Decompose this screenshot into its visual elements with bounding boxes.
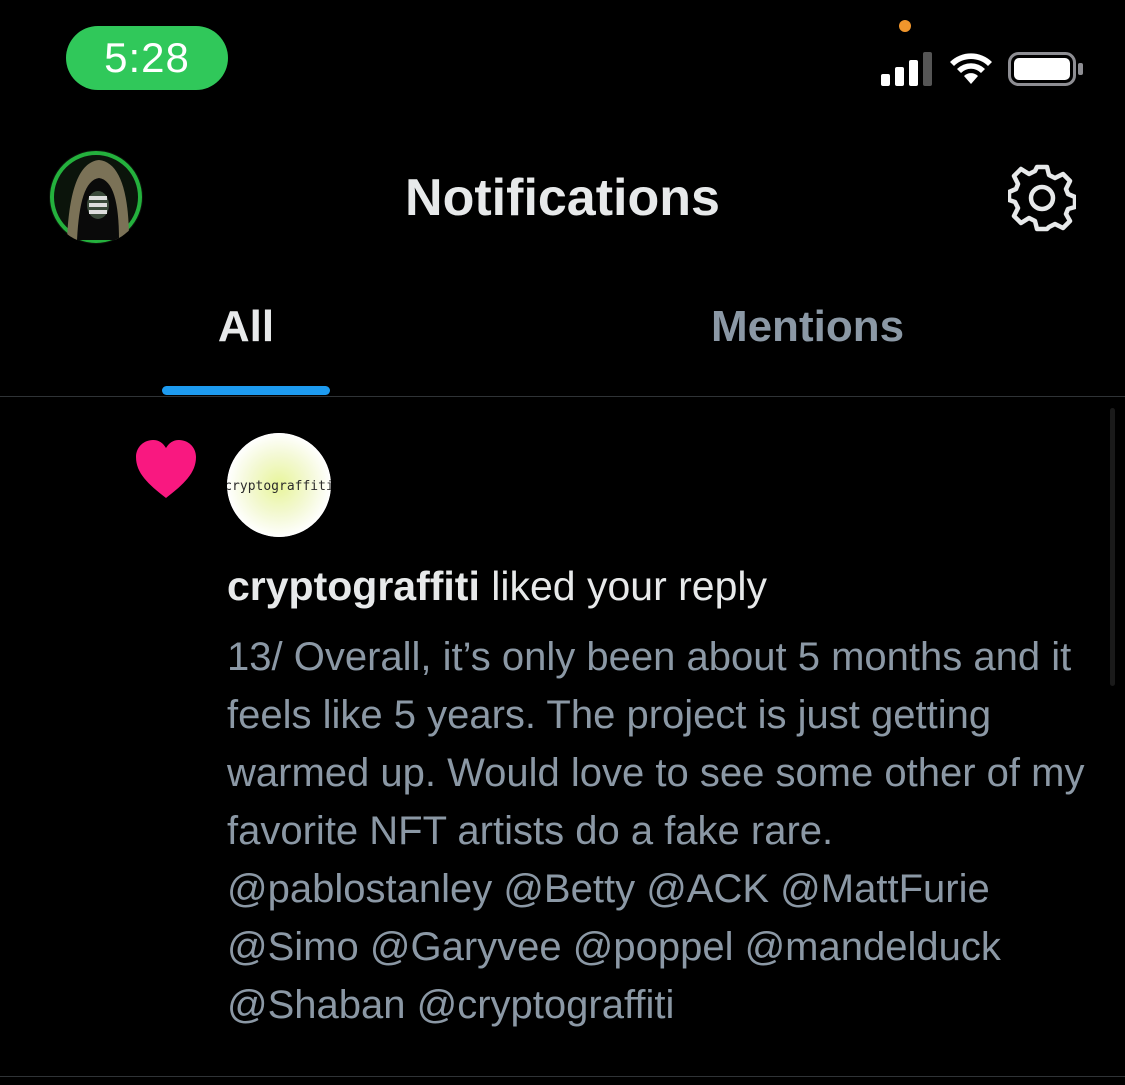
notification-headline: cryptograffiti liked your reply (227, 560, 1107, 612)
notification-action: liked your reply (479, 563, 767, 609)
notification-username[interactable]: cryptograffiti (227, 563, 480, 609)
cellular-signal-icon (881, 52, 932, 86)
tab-selected-indicator (162, 386, 330, 395)
avatar-logo-text: cryptograffiti (227, 479, 331, 494)
cryptograffiti-logo-icon: cryptograffiti (227, 433, 331, 537)
privacy-indicator-dot (899, 20, 911, 32)
scrollbar[interactable] (1110, 408, 1115, 686)
notification-reply-text: 13/ Overall, it’s only been about 5 mont… (227, 635, 1085, 1027)
status-time: 5:28 (66, 26, 228, 90)
tabs-divider (0, 396, 1125, 397)
battery-icon (1008, 52, 1083, 86)
notification-user-avatar[interactable]: cryptograffiti (227, 433, 331, 537)
item-divider (0, 1076, 1125, 1077)
heart-icon (136, 440, 196, 498)
tab-mentions[interactable]: Mentions (640, 302, 975, 352)
gear-icon[interactable] (1008, 164, 1076, 232)
tab-all[interactable]: All (162, 302, 330, 352)
wifi-icon (950, 53, 992, 84)
page-title: Notifications (405, 169, 720, 227)
